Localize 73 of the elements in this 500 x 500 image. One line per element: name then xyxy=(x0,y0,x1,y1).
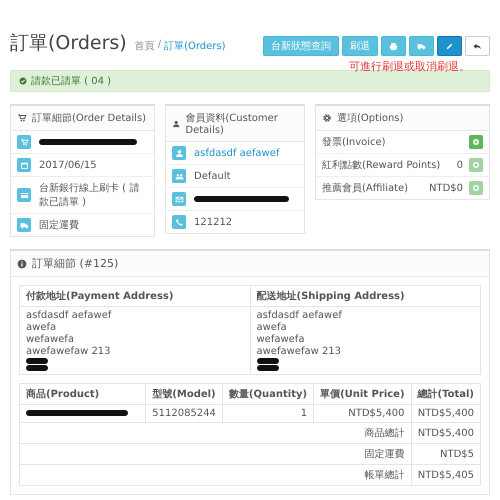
option-value: NTD$0 xyxy=(428,182,463,194)
breadcrumb-separator: / xyxy=(158,39,162,52)
back-button[interactable] xyxy=(465,36,490,56)
option-value: 0 xyxy=(456,160,463,170)
total-value: NTD$5 xyxy=(411,444,480,464)
breadcrumb-link[interactable]: 首頁 xyxy=(134,39,155,53)
truck-icon xyxy=(417,42,426,50)
address-line: awefawefaw 213 xyxy=(256,346,342,357)
detail-value: 台新銀行線上刷卡 ( 請款已請單 ) xyxy=(39,182,140,209)
option-label: 發票(Invoice) xyxy=(322,136,386,149)
address-line: awefa xyxy=(256,322,288,333)
address-line: awefa xyxy=(26,322,58,333)
action-button[interactable]: 刷退 xyxy=(342,36,378,56)
plus-icon xyxy=(472,161,480,169)
check-circle-icon xyxy=(19,77,27,85)
shipping-button[interactable] xyxy=(409,36,434,56)
table-cell: 1 xyxy=(222,404,314,422)
panel-title: 訂單細節 (#125) xyxy=(32,256,118,271)
truck-icon xyxy=(20,220,28,230)
detail-value: 2017/06/15 xyxy=(39,160,97,170)
user-icon xyxy=(172,118,180,128)
option-label: 紅利點數(Reward Points) xyxy=(322,158,440,172)
panel-title: 選項(Options) xyxy=(337,112,404,125)
table-cell: NTD$5,400 xyxy=(411,404,480,422)
panel-title: 會員資料(Customer Details) xyxy=(185,112,279,136)
group-icon xyxy=(174,172,184,180)
cart-icon xyxy=(17,113,27,123)
total-value: NTD$5,400 xyxy=(411,422,480,444)
phone-icon xyxy=(174,218,184,226)
column-header: 配送地址(Shipping Address) xyxy=(250,286,480,306)
option-label: 推薦會員(Affiliate) xyxy=(322,182,408,195)
address-line: awefawefaw 213 xyxy=(26,346,112,357)
cart-icon xyxy=(20,138,28,146)
panel-title: 訂單細節(Order Details) xyxy=(32,112,146,125)
address-line: asfdasdf aefawef xyxy=(26,310,113,321)
action-button[interactable]: 台新狀態查詢 xyxy=(263,36,339,56)
column-header: 單價(Unit Price) xyxy=(314,384,412,404)
printer-icon xyxy=(389,42,398,50)
table-cell: 5112085244 xyxy=(146,404,222,422)
detail-value: 121212 xyxy=(194,216,232,228)
breadcrumb-link[interactable]: 訂單(Orders) xyxy=(164,39,226,53)
info-icon xyxy=(17,258,27,268)
column-header: 數量(Quantity) xyxy=(222,384,314,404)
plus-icon xyxy=(472,184,480,192)
address-line: asfdasdf aefawef xyxy=(256,310,344,321)
total-value: NTD$5,405 xyxy=(411,464,480,486)
customer-link[interactable]: asfdasdf aefawef xyxy=(194,148,280,158)
alert-message: 請款已請單 ( 04 ) xyxy=(31,74,112,88)
total-label: 固定運費 xyxy=(20,444,412,464)
settings-icon xyxy=(322,113,332,123)
credit-card-icon xyxy=(20,190,28,200)
print-button[interactable] xyxy=(381,36,406,56)
add-button[interactable] xyxy=(469,135,483,149)
detail-value: 固定運費 xyxy=(39,218,79,232)
address-line: wefawefa xyxy=(26,334,75,345)
pencil-icon xyxy=(445,42,454,50)
column-header: 付款地址(Payment Address) xyxy=(20,286,250,306)
table-cell: NTD$5,400 xyxy=(314,404,412,422)
annotation-note: 可進行刷退或取消刷退。 xyxy=(348,59,470,74)
total-label: 帳單總計 xyxy=(20,464,412,486)
column-header: 總計(Total) xyxy=(411,384,480,404)
calendar-icon xyxy=(20,160,28,170)
user-icon xyxy=(174,148,184,158)
plus-icon xyxy=(472,138,480,146)
total-label: 商品總計 xyxy=(20,422,412,444)
envelope-icon xyxy=(174,194,184,204)
address-line: wefawefa xyxy=(256,334,306,345)
column-header: 商品(Product) xyxy=(20,384,146,404)
edit-button[interactable] xyxy=(437,36,462,56)
detail-value: Default xyxy=(194,170,231,182)
reply-arrow-icon xyxy=(473,42,482,50)
column-header: 型號(Model) xyxy=(146,384,222,404)
page-title: 訂單(Orders) xyxy=(10,31,127,56)
